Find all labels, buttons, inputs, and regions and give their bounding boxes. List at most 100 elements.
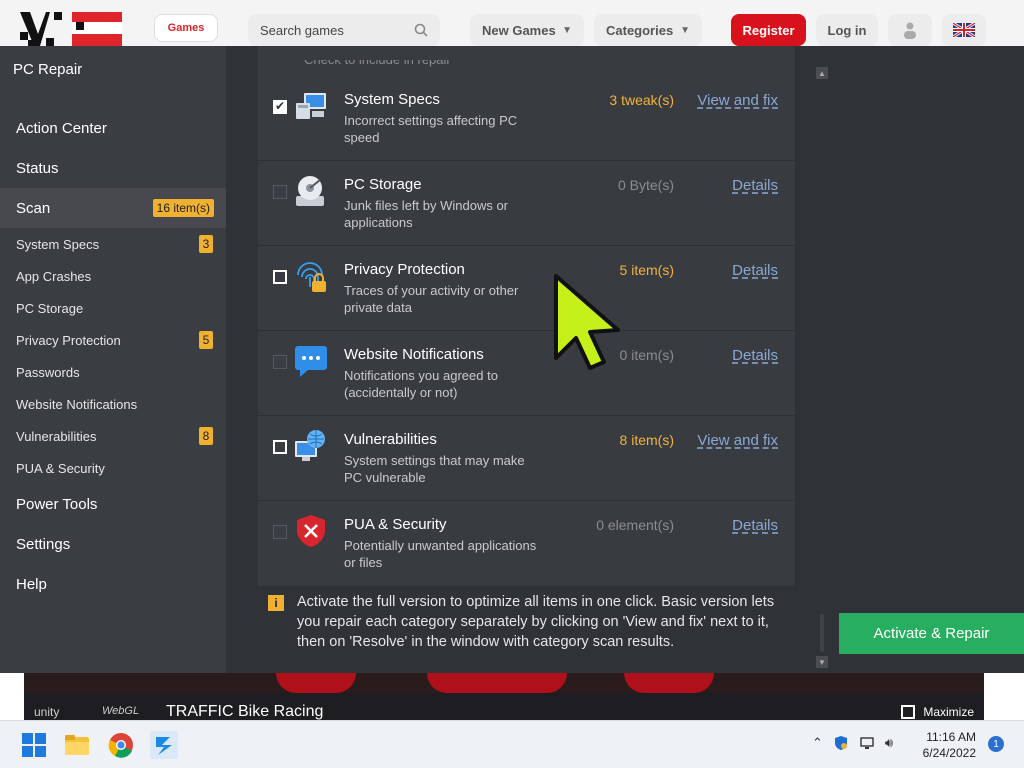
details-link[interactable]: Details <box>732 177 778 194</box>
fingerprint-lock-icon <box>297 262 326 292</box>
disk-icon <box>296 176 324 206</box>
subnav-label: Passwords <box>16 364 80 380</box>
nav-label: Status <box>16 159 59 177</box>
scan-count-badge: 16 item(s) <box>152 199 214 217</box>
include-checkbox[interactable] <box>273 185 287 199</box>
row-count: 0 element(s) <box>596 517 674 533</box>
login-button[interactable]: Log in <box>816 14 878 46</box>
chat-bubble-icon <box>295 346 327 377</box>
nav-label: Action Center <box>16 119 107 137</box>
webgl-text: WebGL <box>102 705 140 717</box>
view-and-fix-link[interactable]: View and fix <box>697 432 778 449</box>
new-games-dropdown[interactable]: New Games ▼ <box>470 14 584 46</box>
website-header: Games Search games New Games ▼ Categories… <box>0 0 1024 46</box>
subnav-pc-storage[interactable]: PC Storage <box>0 292 226 324</box>
language-button[interactable] <box>942 14 986 46</box>
games-tab-label: Games <box>167 22 205 34</box>
maximize-button[interactable]: Maximize <box>901 705 974 719</box>
subnav-system-specs[interactable]: System Specs 3 <box>0 228 226 260</box>
site-logo[interactable] <box>20 12 122 46</box>
nav-help[interactable]: Help <box>0 564 226 604</box>
scroll-up-arrow[interactable]: ▲ <box>816 67 828 79</box>
count-badge: 3 <box>199 235 213 253</box>
chevron-up-icon[interactable]: ⌃ <box>812 735 823 751</box>
game-canvas[interactable] <box>24 673 984 693</box>
security-shield-icon[interactable] <box>833 735 849 751</box>
sidebar: PC Repair Action Center Status Scan 16 i… <box>0 46 226 673</box>
info-icon: i <box>268 595 284 611</box>
register-button[interactable]: Register <box>731 14 806 46</box>
game-art-shape <box>276 673 356 693</box>
games-tab[interactable]: Games <box>154 14 218 42</box>
details-link[interactable]: Details <box>732 517 778 534</box>
uk-flag-icon <box>953 23 975 37</box>
subnav-label: System Specs <box>16 236 100 252</box>
activate-repair-button[interactable]: Activate & Repair <box>839 613 1024 654</box>
categories-label: Categories <box>606 22 674 38</box>
row-title: System Specs <box>344 91 440 108</box>
clock-date: 6/24/2022 <box>922 746 976 760</box>
subnav-pua-security[interactable]: PUA & Security <box>0 452 226 484</box>
unity-logo: unity <box>34 705 59 719</box>
nav-label: Settings <box>16 535 71 553</box>
scan-row-pc-storage: PC Storage Junk files left by Windows or… <box>258 162 795 246</box>
subnav-app-crashes[interactable]: App Crashes <box>0 260 226 292</box>
include-checkbox[interactable] <box>273 99 287 114</box>
app-title: PC Repair <box>13 61 83 78</box>
game-frame: unity WebGL TRAFFIC Bike Racing Maximize <box>24 673 984 720</box>
row-description: Potentially unwanted applications or fil… <box>344 538 537 570</box>
details-link[interactable]: Details <box>732 262 778 279</box>
include-checkbox[interactable] <box>273 525 287 539</box>
include-checkbox[interactable] <box>273 270 287 284</box>
windows-start-icon[interactable] <box>20 731 48 759</box>
nav-action-center[interactable]: Action Center <box>0 108 226 148</box>
scrollbar-thumb[interactable] <box>820 614 824 652</box>
user-icon <box>904 22 916 39</box>
count-badge: 8 <box>199 427 213 445</box>
network-icon[interactable] <box>859 735 875 751</box>
count-badge: 5 <box>199 331 213 349</box>
row-title: Privacy Protection <box>344 261 465 278</box>
search-input[interactable]: Search games <box>248 14 440 46</box>
nav-status[interactable]: Status <box>0 148 226 188</box>
speaker-icon[interactable]: 🔊︎ <box>885 735 893 751</box>
scroll-down-arrow[interactable]: ▼ <box>816 656 828 668</box>
row-description: Notifications you agreed to (accidentall… <box>344 368 498 400</box>
subnav-label: Privacy Protection <box>16 332 121 348</box>
globe-computer-icon <box>295 430 325 461</box>
notification-badge[interactable]: 1 <box>988 736 1004 752</box>
details-link[interactable]: Details <box>732 347 778 364</box>
scan-row-website-notifications: Website Notifications Notifications you … <box>258 332 795 416</box>
pc-repair-taskbar-icon[interactable] <box>150 731 178 759</box>
subnav-vulnerabilities[interactable]: Vulnerabilities 8 <box>0 420 226 452</box>
row-title: PUA & Security <box>344 516 447 533</box>
activate-label: Activate & Repair <box>873 625 990 642</box>
subnav-privacy-protection[interactable]: Privacy Protection 5 <box>0 324 226 356</box>
webgl-logo: WebGL <box>102 705 139 717</box>
include-checkbox[interactable] <box>273 440 287 454</box>
row-count: 3 tweak(s) <box>609 92 674 108</box>
scan-results-panel: Check to include in repair System Specs … <box>226 46 818 673</box>
categories-dropdown[interactable]: Categories ▼ <box>594 14 702 46</box>
user-button[interactable] <box>888 14 932 46</box>
row-description: Junk files left by Windows or applicatio… <box>344 198 509 230</box>
subnav-website-notifications[interactable]: Website Notifications <box>0 388 226 420</box>
maximize-label: Maximize <box>923 705 974 719</box>
view-and-fix-link[interactable]: View and fix <box>697 92 778 109</box>
taskbar: ⌃ 🔊︎ 11:16 AM 6/24/2022 1 <box>0 720 1024 768</box>
clock-time: 11:16 AM <box>926 730 976 744</box>
subnav-passwords[interactable]: Passwords <box>0 356 226 388</box>
chrome-icon[interactable] <box>107 731 135 759</box>
subnav-label: App Crashes <box>16 268 92 284</box>
scan-row-system-specs: System Specs Incorrect settings affectin… <box>258 77 795 161</box>
nav-power-tools[interactable]: Power Tools <box>0 484 226 524</box>
clock[interactable]: 11:16 AM 6/24/2022 <box>916 729 976 761</box>
game-title: TRAFFIC Bike Racing <box>166 703 324 720</box>
include-checkbox[interactable] <box>273 355 287 369</box>
nav-scan[interactable]: Scan 16 item(s) <box>0 188 226 228</box>
nav-label: Scan <box>16 199 51 217</box>
file-explorer-icon[interactable] <box>63 731 91 759</box>
mouse-cursor-icon <box>554 274 620 370</box>
nav-settings[interactable]: Settings <box>0 524 226 564</box>
row-title: Vulnerabilities <box>344 431 437 448</box>
